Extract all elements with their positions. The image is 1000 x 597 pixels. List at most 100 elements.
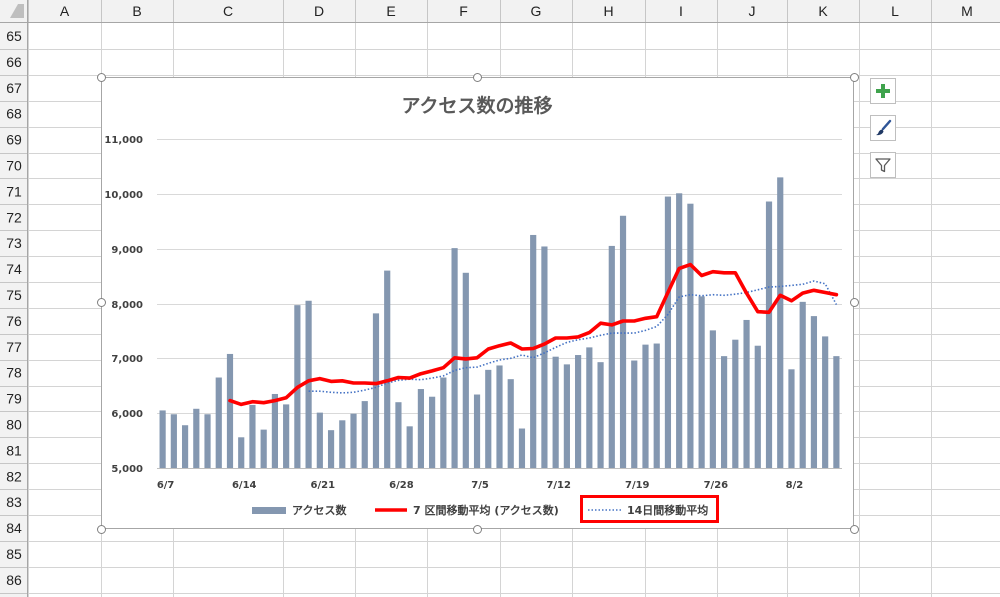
bar[interactable] — [608, 245, 615, 468]
bar[interactable] — [518, 428, 526, 468]
bar[interactable] — [799, 301, 806, 468]
chart-elements-button[interactable] — [870, 78, 896, 104]
bar[interactable] — [350, 413, 357, 468]
bar[interactable] — [586, 347, 593, 468]
chart-styles-button[interactable] — [870, 115, 896, 141]
bar[interactable] — [462, 272, 469, 468]
bar[interactable] — [754, 345, 761, 468]
resize-handle-bottom-middle[interactable] — [473, 525, 482, 534]
bar[interactable] — [496, 365, 503, 468]
row-header-80[interactable]: 80 — [6, 416, 22, 432]
row-header-71[interactable]: 71 — [6, 183, 22, 199]
bar[interactable] — [507, 379, 514, 468]
bar[interactable] — [788, 369, 795, 468]
bar[interactable] — [822, 336, 829, 468]
column-header-c[interactable]: C — [223, 3, 233, 19]
bar[interactable] — [316, 412, 323, 468]
chart-filters-button[interactable] — [870, 152, 896, 178]
chart-area[interactable]: アクセス数の推移 5,000 6,000 7,000 8,000 9,000 10,000 1… — [101, 77, 854, 529]
resize-handle-bottom-left[interactable] — [97, 525, 106, 534]
column-header-a[interactable]: A — [60, 3, 70, 19]
row-header-74[interactable]: 74 — [6, 261, 22, 277]
column-header-m[interactable]: M — [961, 3, 973, 19]
bar[interactable] — [440, 377, 447, 468]
resize-handle-middle-right[interactable] — [850, 298, 859, 307]
column-header-b[interactable]: B — [132, 3, 141, 19]
bar[interactable] — [361, 401, 368, 468]
bar[interactable] — [406, 426, 413, 468]
bar[interactable] — [653, 343, 660, 468]
bar[interactable] — [226, 353, 234, 468]
column-header-l[interactable]: L — [891, 3, 899, 19]
row-header-72[interactable]: 72 — [6, 209, 22, 225]
row-header-69[interactable]: 69 — [6, 132, 22, 148]
bar[interactable] — [238, 437, 245, 468]
row-header-67[interactable]: 67 — [6, 80, 22, 96]
row-header-68[interactable]: 68 — [6, 106, 22, 122]
row-header-77[interactable]: 77 — [6, 339, 22, 355]
row-header-81[interactable]: 81 — [6, 442, 22, 458]
bar[interactable] — [833, 356, 840, 468]
bar[interactable] — [327, 430, 335, 468]
bar[interactable] — [698, 296, 705, 468]
bar[interactable] — [170, 414, 177, 468]
bar[interactable] — [384, 270, 391, 468]
row-header-78[interactable]: 78 — [6, 365, 22, 381]
column-header-i[interactable]: I — [679, 3, 683, 19]
bar[interactable] — [260, 429, 267, 468]
column-header-k[interactable]: K — [818, 3, 828, 19]
row-header-70[interactable]: 70 — [6, 157, 22, 173]
bar[interactable] — [777, 177, 784, 468]
bar[interactable] — [530, 234, 537, 468]
column-header-f[interactable]: F — [459, 3, 468, 19]
bar[interactable] — [732, 339, 739, 468]
row-header-76[interactable]: 76 — [6, 313, 22, 329]
row-header-73[interactable]: 73 — [6, 235, 22, 251]
bar[interactable] — [721, 356, 728, 468]
row-header-82[interactable]: 82 — [6, 468, 22, 484]
bar[interactable] — [473, 394, 481, 468]
row-header-86[interactable]: 86 — [6, 572, 22, 588]
row-header-75[interactable]: 75 — [6, 287, 22, 303]
bar[interactable] — [664, 196, 672, 468]
bar[interactable] — [417, 389, 424, 468]
bar[interactable] — [810, 316, 818, 468]
bar[interactable] — [271, 393, 278, 468]
bar[interactable] — [339, 420, 346, 468]
column-header-g[interactable]: G — [531, 3, 542, 19]
bar[interactable] — [687, 203, 694, 468]
row-header-83[interactable]: 83 — [6, 494, 22, 510]
row-header-79[interactable]: 79 — [6, 391, 22, 407]
bar[interactable] — [193, 408, 200, 468]
row-header-85[interactable]: 85 — [6, 546, 22, 562]
bar[interactable] — [159, 410, 166, 468]
resize-handle-top-middle[interactable] — [473, 73, 482, 82]
bar[interactable] — [249, 404, 256, 468]
bar[interactable] — [215, 377, 222, 468]
bar[interactable] — [709, 330, 716, 468]
bar[interactable] — [181, 425, 189, 468]
column-header-h[interactable]: H — [603, 3, 613, 19]
bar[interactable] — [429, 396, 436, 468]
bar[interactable] — [541, 246, 548, 468]
bar[interactable] — [283, 404, 290, 468]
resize-handle-middle-left[interactable] — [97, 298, 106, 307]
resize-handle-top-right[interactable] — [850, 73, 859, 82]
bar[interactable] — [395, 402, 402, 468]
bar[interactable] — [485, 369, 492, 468]
bar[interactable] — [372, 313, 380, 468]
resize-handle-bottom-right[interactable] — [850, 525, 859, 534]
bar[interactable] — [563, 364, 570, 468]
row-header-84[interactable]: 84 — [6, 520, 22, 536]
column-header-e[interactable]: E — [386, 3, 395, 19]
bar[interactable] — [204, 414, 211, 468]
bar[interactable] — [552, 356, 559, 468]
bar[interactable] — [597, 362, 604, 468]
bar[interactable] — [642, 344, 649, 469]
bar[interactable] — [305, 300, 312, 468]
resize-handle-top-left[interactable] — [97, 73, 106, 82]
bar[interactable] — [575, 355, 582, 468]
bar[interactable] — [619, 215, 627, 468]
row-header-65[interactable]: 65 — [6, 28, 22, 44]
bar[interactable] — [743, 319, 750, 468]
